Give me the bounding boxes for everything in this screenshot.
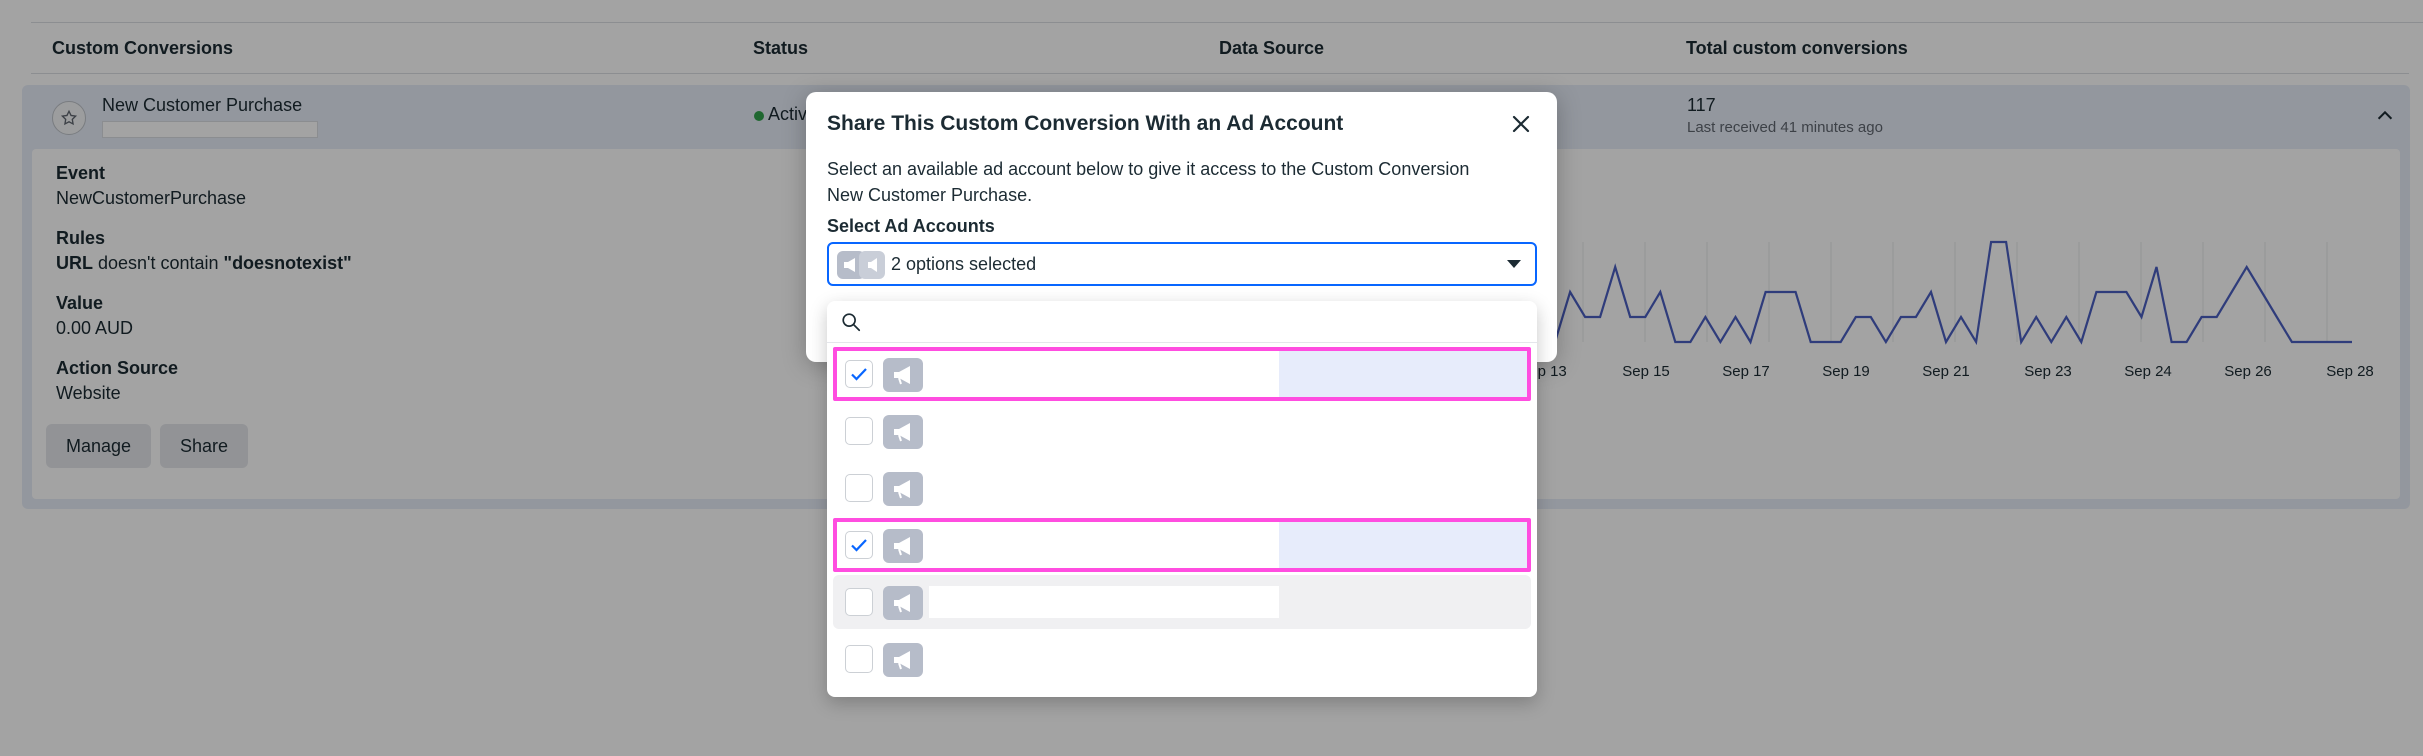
caret-down-icon[interactable]	[1507, 260, 1521, 268]
ad-account-option[interactable]	[833, 461, 1531, 515]
megaphone-icon	[883, 472, 923, 506]
select-ad-accounts-label: Select Ad Accounts	[827, 216, 995, 236]
modal-description: Select an available ad account below to …	[827, 159, 1470, 205]
megaphone-icon	[883, 358, 923, 392]
ad-accounts-dropdown	[827, 301, 1537, 697]
redacted-account-name	[929, 415, 1279, 447]
megaphone-icon	[883, 586, 923, 620]
ad-account-option[interactable]	[833, 575, 1531, 629]
checkbox[interactable]	[845, 474, 873, 502]
checkbox[interactable]	[845, 645, 873, 673]
modal-title: Share This Custom Conversion With an Ad …	[827, 112, 1344, 135]
redacted-account-name	[929, 586, 1279, 618]
megaphone-icon	[883, 529, 923, 563]
redacted-account-name	[929, 472, 1279, 504]
ad-account-option[interactable]	[833, 632, 1531, 686]
ad-account-option[interactable]	[833, 347, 1531, 401]
search-input[interactable]	[871, 307, 1511, 337]
checkbox[interactable]	[845, 588, 873, 616]
redacted-account-name	[929, 529, 1279, 561]
checkmark-icon	[851, 368, 867, 381]
ad-account-option[interactable]	[833, 404, 1531, 458]
megaphone-icon	[883, 643, 923, 677]
redacted-account-name	[929, 643, 1279, 675]
checkbox-checked[interactable]	[845, 360, 873, 388]
selected-accounts-icon	[837, 251, 885, 279]
checkbox[interactable]	[845, 417, 873, 445]
checkmark-icon	[851, 539, 867, 552]
search-icon	[842, 313, 861, 332]
selected-fill	[1279, 522, 1527, 568]
redacted-account-name	[929, 358, 1279, 390]
ad-account-option[interactable]	[833, 518, 1531, 572]
ad-accounts-select[interactable]: 2 options selected	[827, 242, 1537, 286]
select-value: 2 options selected	[891, 254, 1037, 274]
close-icon[interactable]	[1505, 108, 1537, 140]
selected-fill	[1279, 351, 1527, 397]
checkbox-checked[interactable]	[845, 531, 873, 559]
dropdown-search	[827, 301, 1537, 343]
megaphone-icon	[883, 415, 923, 449]
